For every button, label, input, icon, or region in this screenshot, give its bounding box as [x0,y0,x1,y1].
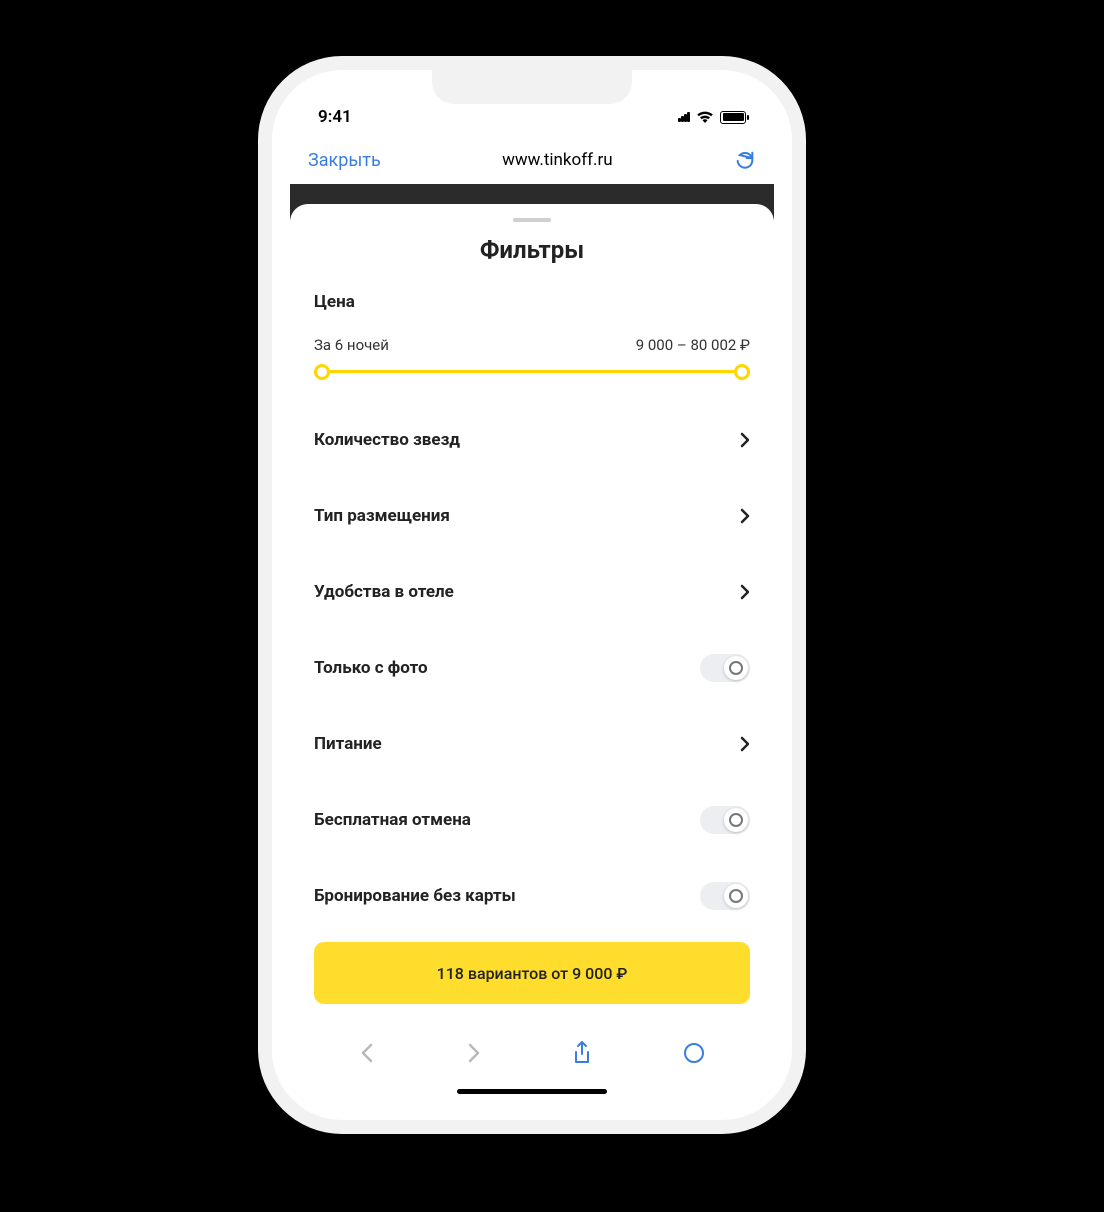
status-time: 9:41 [318,107,418,127]
forward-button[interactable] [466,1042,482,1064]
toggle-photo-only[interactable] [700,654,750,682]
price-summary-row: За 6 ночей 9 000 – 80 002 ₽ [314,336,750,354]
url-label[interactable]: www.tinkoff.ru [381,150,734,170]
filter-label: Тип размещения [314,506,450,526]
price-nights: За 6 ночей [314,336,389,354]
back-button[interactable] [359,1042,375,1064]
chevron-right-icon [740,432,750,448]
toggle-free-cancel[interactable] [700,806,750,834]
browser-bottom-bar [314,1017,750,1089]
sheet-grabber[interactable] [513,218,551,222]
filter-label: Только с фото [314,658,428,678]
status-icons [678,107,746,127]
price-range: 9 000 – 80 002 ₽ [636,336,750,354]
toggle-no-card[interactable] [700,882,750,910]
filter-row-meals[interactable]: Питание [314,706,750,782]
browser-nav-bar: Закрыть www.tinkoff.ru [290,136,774,184]
filter-row-amenities[interactable]: Удобства в отеле [314,554,750,630]
filter-row-stars[interactable]: Количество звезд [314,402,750,478]
price-slider-min-handle[interactable] [314,364,330,380]
refresh-button[interactable] [734,149,756,171]
show-results-button[interactable]: 118 вариантов от 9 000 ₽ [314,942,750,1004]
chevron-right-icon [740,736,750,752]
safari-tabs-button[interactable] [683,1042,705,1064]
chevron-right-icon [740,508,750,524]
filters-sheet: Фильтры Цена За 6 ночей 9 000 – 80 002 ₽… [290,204,774,1102]
chevron-right-icon [740,584,750,600]
filter-label: Бесплатная отмена [314,810,471,830]
battery-icon [720,111,746,124]
filter-row-photo-only: Только с фото [314,630,750,706]
sheet-title: Фильтры [314,236,750,264]
screen: 9:41 Закрыть www.tinkoff.ru Фильтры [290,88,774,1102]
phone-frame: 9:41 Закрыть www.tinkoff.ru Фильтры [272,70,792,1120]
filter-label: Бронирование без карты [314,886,516,906]
filter-label: Количество звезд [314,430,460,450]
price-slider[interactable] [314,362,750,382]
close-button[interactable]: Закрыть [308,150,381,171]
price-section-label: Цена [314,292,750,312]
price-slider-max-handle[interactable] [734,364,750,380]
filter-label: Удобства в отеле [314,582,454,602]
cellular-icon [678,107,690,127]
home-indicator[interactable] [457,1089,607,1094]
filter-label: Питание [314,734,382,754]
filter-row-accommodation[interactable]: Тип размещения [314,478,750,554]
share-button[interactable] [572,1040,592,1066]
notch [432,70,632,104]
wifi-icon [696,110,714,124]
filter-row-free-cancel: Бесплатная отмена [314,782,750,858]
filter-row-no-card: Бронирование без карты [314,858,750,934]
